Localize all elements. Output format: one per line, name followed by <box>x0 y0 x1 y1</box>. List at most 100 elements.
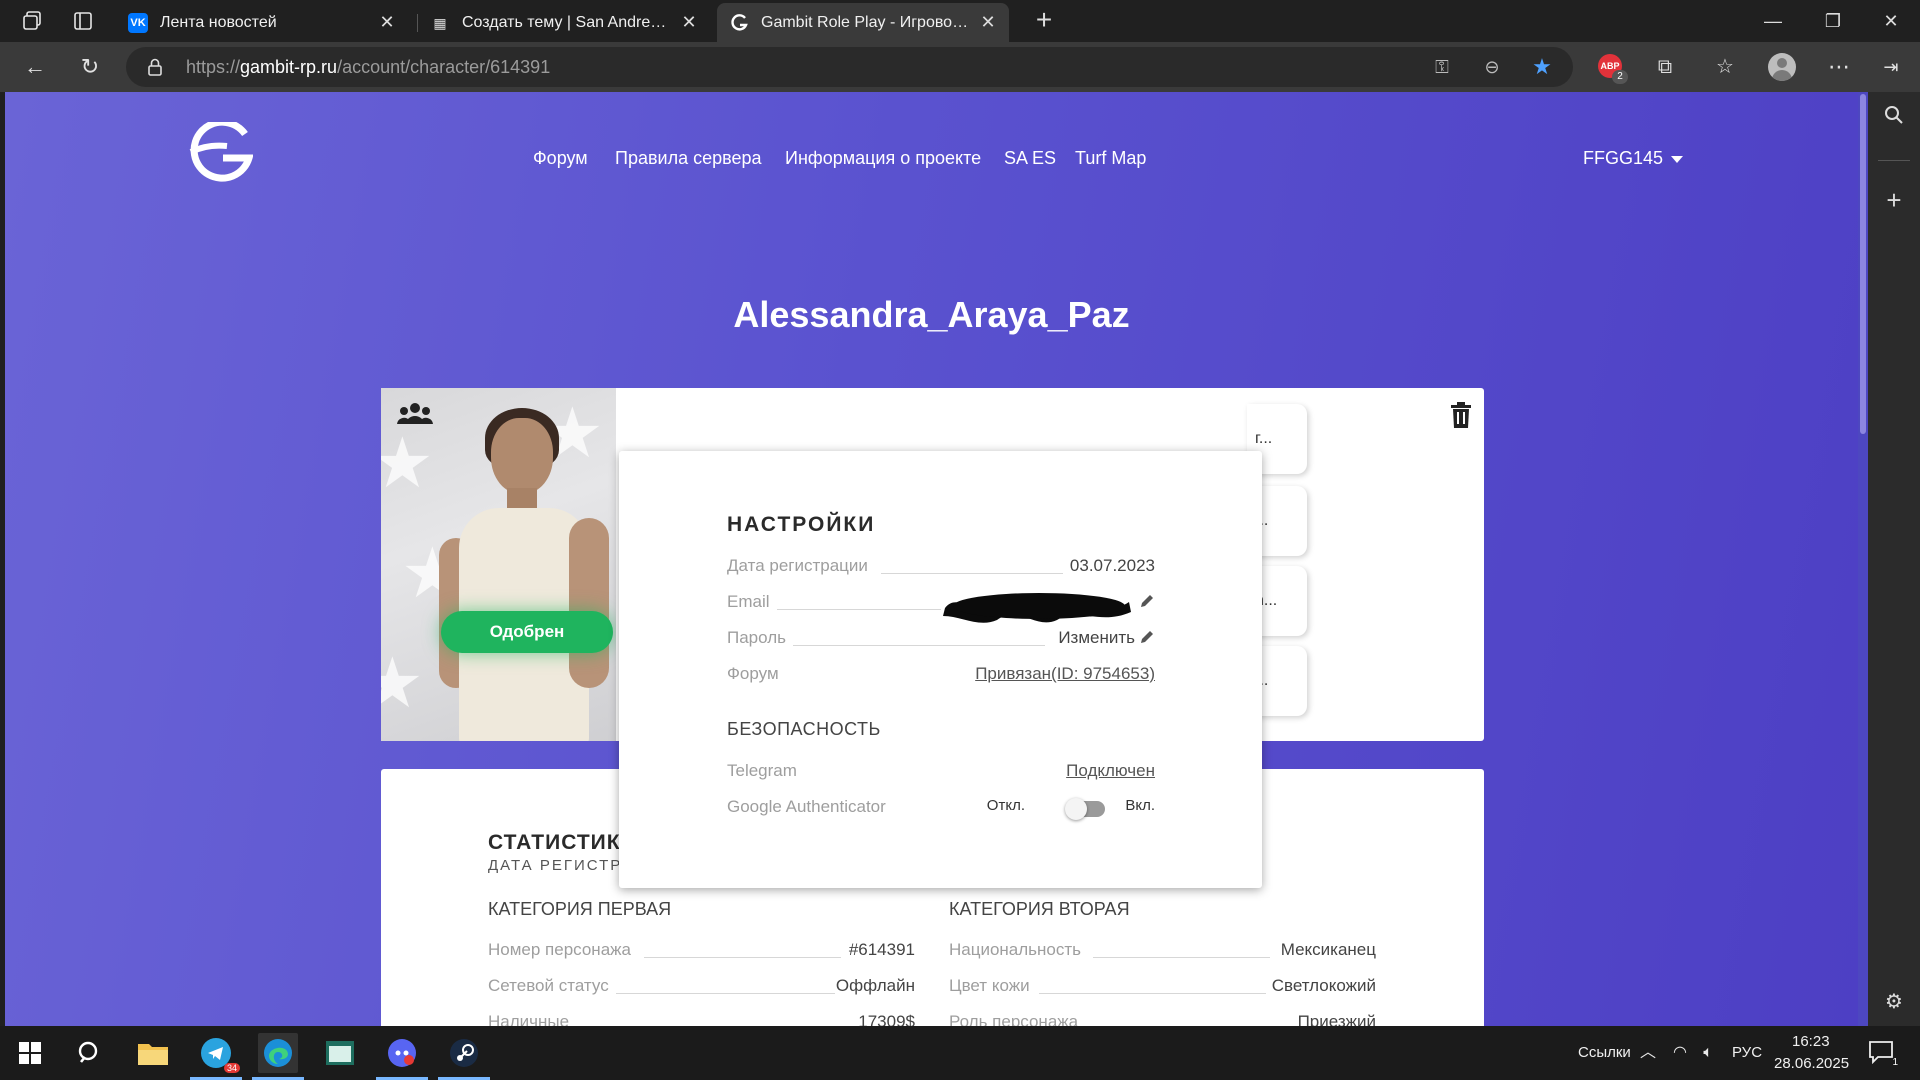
nav-forum[interactable]: Форум <box>533 148 588 169</box>
input-language[interactable]: РУС <box>1732 1044 1762 1061</box>
extensions-icon[interactable]: ⧉ <box>1650 52 1680 82</box>
add-icon[interactable]: + <box>1880 186 1908 214</box>
dotted-leader <box>1039 993 1266 994</box>
forum-linked-link[interactable]: Привязан(ID: 9754653) <box>975 664 1155 684</box>
url-scheme: https:// <box>186 57 241 77</box>
address-bar[interactable]: https://gambit-rp.ru/account/character/6… <box>126 47 1573 87</box>
clock-date[interactable]: 28.06.2025 <box>1774 1055 1849 1072</box>
dotted-leader <box>777 609 941 610</box>
reg-date-label: Дата регистрации <box>727 556 868 575</box>
stat-value: Приезжий <box>1297 1012 1376 1026</box>
tab-forum[interactable]: ▦ Создать тему | San Andreas Emergency ✕ <box>418 3 710 42</box>
redacted-email-scribble <box>943 593 1131 623</box>
trash-icon[interactable] <box>1450 402 1472 428</box>
pencil-icon <box>1141 595 1153 607</box>
browser-sidebar: + ⚙ <box>1868 92 1920 1026</box>
profile-avatar[interactable] <box>1768 53 1796 81</box>
network-icon[interactable]: ◠ <box>1670 1043 1690 1063</box>
browser-toolbar: ← ↻ https://gambit-rp.ru/account/charact… <box>0 42 1920 92</box>
tab-gambit[interactable]: Gambit Role Play - Игровой проект ✕ <box>717 3 1009 42</box>
stat-row: Цвет кожи Светлокожий <box>949 976 1376 1000</box>
star-decoration-icon: ★ <box>381 424 434 502</box>
back-icon[interactable]: ← <box>20 52 50 82</box>
chevron-up-icon[interactable]: ︿ <box>1638 1043 1658 1063</box>
stat-value: Оффлайн <box>835 976 915 995</box>
search-icon[interactable] <box>70 1033 110 1073</box>
change-password-button[interactable]: Изменить <box>1058 628 1155 648</box>
pencil-icon <box>1141 631 1153 643</box>
character-arm <box>569 518 609 688</box>
authenticator-label: Google Authenticator <box>727 797 886 816</box>
zoom-icon[interactable]: ⊖ <box>1478 53 1506 81</box>
dotted-leader <box>616 993 835 994</box>
dotted-leader <box>1093 957 1270 958</box>
nav-sa-es[interactable]: SA ES <box>1004 148 1056 169</box>
volume-icon[interactable]: 🔈︎ <box>1698 1043 1718 1063</box>
extension-badge: 2 <box>1612 70 1628 84</box>
notification-count: 1 <box>1892 1057 1898 1068</box>
more-menu-icon[interactable]: ⋯ <box>1824 52 1854 82</box>
star-decoration-icon: ★ <box>381 644 424 722</box>
stat-value: Мексиканец <box>1280 940 1376 959</box>
toggle-off-label: Откл. <box>986 797 1025 814</box>
minimize-icon[interactable]: — <box>1758 6 1788 36</box>
tab-vk[interactable]: VK Лента новостей ✕ <box>116 3 408 42</box>
nav-server-rules[interactable]: Правила сервера <box>615 148 762 169</box>
dotted-leader <box>881 573 1063 574</box>
chevron-down-icon <box>1671 155 1684 163</box>
settings-gear-icon[interactable]: ⚙ <box>1880 988 1908 1016</box>
notifications-icon[interactable]: 1 <box>1868 1040 1898 1068</box>
password-label: Пароль <box>727 628 786 647</box>
reload-icon[interactable]: ↻ <box>75 52 105 82</box>
settings-row-forum: Форум Привязан(ID: 9754653) <box>727 664 1155 688</box>
page-scrollbar[interactable] <box>1858 92 1868 1026</box>
dotted-leader <box>793 645 1045 646</box>
favorites-icon[interactable]: ☆ <box>1710 52 1740 82</box>
steam-icon[interactable] <box>438 1033 490 1080</box>
scrollbar-thumb[interactable] <box>1860 94 1866 434</box>
app-window-icon[interactable] <box>320 1033 360 1073</box>
category-second-title: КАТЕГОРИЯ ВТОРАЯ <box>949 899 1130 919</box>
tab-close-icon[interactable]: ✕ <box>979 13 997 31</box>
restore-icon[interactable]: ❐ <box>1818 6 1848 36</box>
tab-actions-icon[interactable] <box>70 8 96 34</box>
settings-title: НАСТРОЙКИ <box>727 513 876 536</box>
settings-row-registration: Дата регистрации 03.07.2023 <box>727 556 1155 580</box>
character-portrait: ★ ★ ★ ★ Одобрен <box>381 388 616 741</box>
clock-time[interactable]: 16:23 <box>1792 1033 1830 1050</box>
url-text[interactable]: https://gambit-rp.ru/account/character/6… <box>186 57 550 78</box>
workspaces-icon[interactable] <box>20 8 46 34</box>
file-explorer-icon[interactable] <box>133 1033 173 1073</box>
stat-label: Цвет кожи <box>949 976 1030 995</box>
user-menu[interactable]: FFGG145 <box>1583 148 1684 169</box>
nav-turf-map[interactable]: Turf Map <box>1075 148 1146 169</box>
url-path: /account/character/614391 <box>337 57 551 77</box>
group-users-icon[interactable] <box>397 402 433 426</box>
security-title: БЕЗОПАСНОСТЬ <box>727 719 881 739</box>
character-name: Alessandra_Araya_Paz <box>733 294 1130 335</box>
links-toolbar-label[interactable]: Ссылки <box>1578 1044 1631 1061</box>
tab-close-icon[interactable]: ✕ <box>378 13 396 31</box>
favorite-star-icon[interactable]: ★ <box>1528 53 1556 81</box>
tab-close-icon[interactable]: ✕ <box>680 13 698 31</box>
forum-icon: ▦ <box>433 14 447 31</box>
username: FFGG145 <box>1583 148 1664 168</box>
edge-browser-icon[interactable] <box>252 1033 304 1080</box>
close-window-icon[interactable]: ✕ <box>1876 6 1906 36</box>
forum-label: Форум <box>727 664 779 683</box>
discord-icon[interactable] <box>376 1033 428 1080</box>
lock-icon[interactable] <box>144 56 166 78</box>
tab-title: Создать тему | San Andreas Emergency <box>462 13 670 31</box>
telegram-icon[interactable]: 34 <box>190 1033 242 1080</box>
nav-project-info[interactable]: Информация о проекте <box>785 148 981 169</box>
sidebar-toggle-icon[interactable]: ⇥ <box>1876 52 1906 82</box>
telegram-connected-link[interactable]: Подключен <box>1066 761 1155 781</box>
search-icon[interactable] <box>1880 104 1908 132</box>
new-tab-button[interactable]: + <box>1030 6 1058 35</box>
edit-email-button[interactable] <box>1135 592 1155 612</box>
telegram-label: Telegram <box>727 761 797 780</box>
key-icon[interactable]: ⚿ <box>1428 53 1456 81</box>
authenticator-toggle[interactable] <box>1065 798 1105 820</box>
stat-label: Роль персонажа <box>949 1012 1079 1026</box>
windows-start-icon[interactable] <box>10 1033 50 1073</box>
